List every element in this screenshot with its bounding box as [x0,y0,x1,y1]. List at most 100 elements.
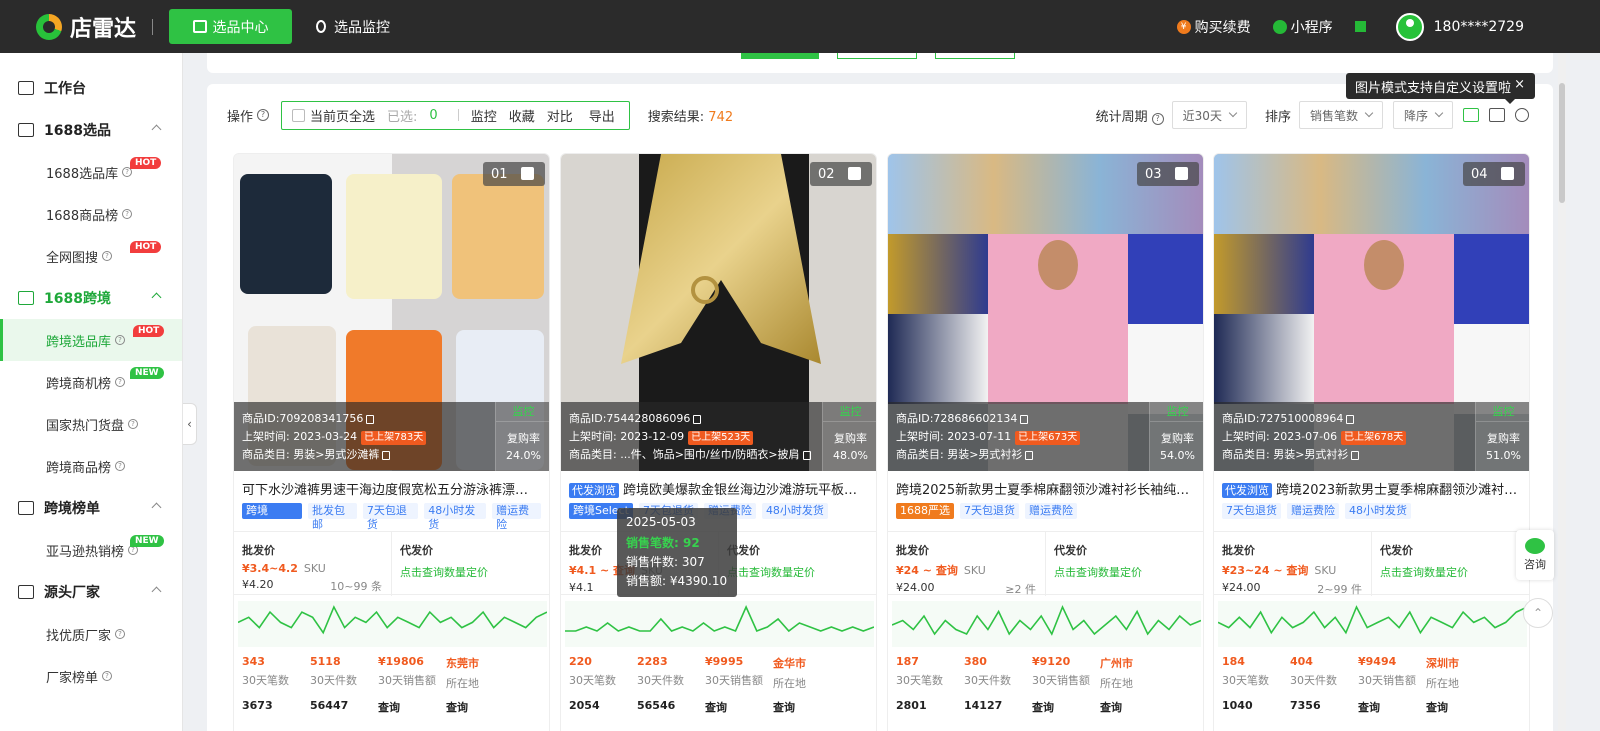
list-mode-icon[interactable] [1489,108,1505,122]
save-filter-button[interactable] [935,53,1015,59]
avatar[interactable] [1395,12,1424,41]
dropship-price-link[interactable]: 点击查询数量定价 [727,564,870,580]
sidebar-item-workbench[interactable]: 工作台 [0,67,182,109]
sidebar-group[interactable]: 1688跨境 [0,277,182,319]
sidebar-item[interactable]: 国家热门货盘? [0,403,182,445]
buy-renew-link[interactable]: ¥ 购买续费 [1176,17,1251,37]
select-all-checkbox[interactable] [292,108,306,122]
sidebar-item[interactable]: 1688选品库? HOT [0,151,182,193]
sidebar-item[interactable]: 跨境商机榜? NEW [0,361,182,403]
product-title[interactable]: 代发浏览 跨境2023新款男士夏季棉麻翻领沙滩衬衫... [1222,479,1521,499]
copy-icon[interactable] [802,450,811,460]
consult-button[interactable]: 咨询 [1516,530,1554,580]
copy-icon[interactable] [382,450,391,460]
stat-value[interactable]: 查询 [1358,699,1426,715]
product-title[interactable]: 可下水沙滩裤男速干海边度假宽松五分游泳裤漂流冲... [242,479,541,499]
help-icon[interactable]: ? [122,209,133,219]
stat-value[interactable]: 查询 [446,699,514,715]
sales-trend-chart[interactable] [1218,601,1527,647]
product-checkbox[interactable] [848,167,861,180]
sidebar-item[interactable]: 找优质厂家? [0,613,182,655]
help-icon[interactable]: ? [115,629,126,639]
product-image[interactable]: 02 商品ID:754428086096 上架时间: 2023-12-09 已上架52… [561,154,876,471]
stat-value[interactable]: 查询 [1426,699,1494,715]
sidebar-group[interactable]: 源头厂家 [0,571,182,613]
order-select[interactable]: 降序 [1392,101,1453,129]
stat-value[interactable]: 查询 [1032,699,1100,715]
settings-icon[interactable] [1515,108,1529,122]
help-icon[interactable]: ? [1151,112,1164,125]
help-icon[interactable]: ? [102,671,113,681]
nav-monitor[interactable]: 选品监控 [316,17,390,37]
mini-program-link[interactable]: 小程序 [1272,17,1333,37]
search-button[interactable] [741,53,819,59]
monitor-link[interactable]: 监控 [496,402,549,422]
product-image[interactable]: 03 商品ID:728686602134 上架时间: 2023-07-11 已上架67… [888,154,1203,471]
sidebar-item[interactable]: 跨境商品榜? [0,445,182,487]
help-icon[interactable]: ? [115,377,126,387]
monitor-link[interactable]: 监控 [1150,402,1203,422]
monitor-button[interactable]: 监控 [471,106,497,125]
close-icon[interactable]: × [1514,77,1525,92]
product-card[interactable]: 04 商品ID:727510008964 上架时间: 2023-07-06 已上架67… [1213,153,1530,731]
help-icon[interactable]: ? [128,419,139,429]
copy-icon[interactable] [693,414,702,424]
copy-icon[interactable] [1346,414,1355,424]
user-phone[interactable]: 180****2729 [1434,19,1524,35]
copy-icon[interactable] [1025,450,1034,460]
help-icon[interactable]: ? [102,251,113,261]
help-icon[interactable]: ? [115,461,126,471]
product-checkbox[interactable] [1175,167,1188,180]
sidebar-collapse-button[interactable]: ‹ [183,403,197,445]
sales-trend-chart[interactable] [892,601,1201,647]
sidebar-item[interactable]: 亚马逊热销榜? NEW [0,529,182,571]
scrollbar-thumb[interactable] [1559,83,1565,203]
sort-select[interactable]: 销售笔数 [1298,101,1383,129]
product-image[interactable]: 01 商品ID:709208341756 上架时间: 2023-03-24 已上架78… [234,154,549,471]
product-checkbox[interactable] [521,167,534,180]
compare-button[interactable]: 对比 [547,106,573,125]
sidebar-item[interactable]: 全网图搜? HOT [0,235,182,277]
help-icon[interactable]: ? [257,109,270,121]
image-mode-icon[interactable] [1463,108,1479,122]
product-card[interactable]: 02 商品ID:754428086096 上架时间: 2023-12-09 已上架52… [560,153,877,731]
sidebar-group[interactable]: 1688选品 [0,109,182,151]
scrollbar[interactable] [1558,53,1566,731]
back-to-top-button[interactable]: ⌃ [1523,598,1553,628]
product-title[interactable]: 代发浏览 跨境欧美爆款金银丝海边沙滩游玩平板巾流... [569,479,868,499]
monitor-link[interactable]: 监控 [1476,402,1529,422]
period-select[interactable]: 近30天 [1171,101,1247,129]
sales-trend-chart[interactable] [565,601,874,647]
stat-value[interactable]: 查询 [705,699,773,715]
product-title[interactable]: 跨境2025新款男士夏季棉麻翻领沙滩衬衫长袖纯色夏... [896,479,1195,499]
copy-icon[interactable] [1020,414,1029,424]
edit-icon[interactable] [1354,21,1366,32]
stat-value[interactable]: 查询 [1100,699,1168,715]
favorite-button[interactable]: 收藏 [509,106,535,125]
copy-icon[interactable] [366,414,375,424]
sidebar-item[interactable]: 厂家榜单? [0,655,182,697]
product-card[interactable]: 01 商品ID:709208341756 上架时间: 2023-03-24 已上架78… [233,153,550,731]
product-card[interactable]: 03 商品ID:728686602134 上架时间: 2023-07-11 已上架67… [887,153,1204,731]
service-tag: 7天包退货 [960,503,1019,519]
nav-product-center[interactable]: 选品中心 [169,9,293,44]
sidebar-item[interactable]: 跨境选品库? HOT [0,319,182,361]
product-image[interactable]: 04 商品ID:727510008964 上架时间: 2023-07-06 已上架67… [1214,154,1529,471]
monitor-link[interactable]: 监控 [823,402,876,422]
stat-value[interactable]: 查询 [378,699,446,715]
sidebar-item[interactable]: 1688商品榜? [0,193,182,235]
sidebar-group[interactable]: 跨境榜单 [0,487,182,529]
reset-button[interactable] [837,53,917,59]
dropship-price-link[interactable]: 点击查询数量定价 [400,564,543,580]
stat-value[interactable]: 查询 [773,699,841,715]
export-button[interactable]: 导出 [589,106,615,125]
select-all-label[interactable]: 当前页全选 [310,106,375,125]
help-icon[interactable]: ? [115,335,126,345]
product-checkbox[interactable] [1501,167,1514,180]
sales-trend-chart[interactable] [238,601,547,647]
logo[interactable]: 店雷达 [36,11,136,43]
dropship-price-link[interactable]: 点击查询数量定价 [1054,564,1197,580]
dropship-price-link[interactable]: 点击查询数量定价 [1380,564,1523,580]
copy-icon[interactable] [1351,450,1360,460]
stat-label: 30天笔数 [1222,674,1269,687]
